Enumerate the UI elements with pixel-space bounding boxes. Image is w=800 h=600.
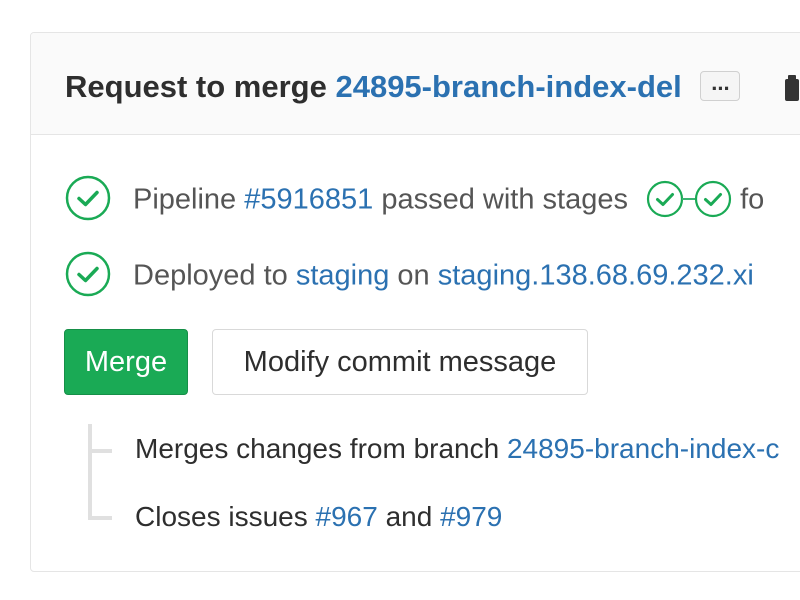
clipboard-icon[interactable] — [783, 75, 799, 101]
target-branch-link[interactable]: 24895-branch-index-c — [507, 433, 779, 464]
stage-check-icon[interactable] — [646, 180, 684, 218]
deploy-on: on — [397, 259, 430, 292]
closes-and: and — [385, 501, 433, 532]
merge-request-widget: Request to merge 24895-branch-index-del … — [30, 32, 800, 572]
pipeline-link[interactable]: #5916851 — [244, 184, 373, 216]
title-prefix: Request to merge — [65, 69, 327, 104]
modify-commit-message-button[interactable]: Modify commit message — [212, 329, 588, 395]
merge-button[interactable]: Merge — [64, 329, 188, 395]
pipeline-status: Pipeline #5916851 passed with stages fo — [65, 175, 765, 221]
closes-info: Closes issues #967 and #979 — [135, 499, 502, 535]
check-circle-icon[interactable] — [65, 175, 111, 221]
pipeline-prefix: Pipeline — [133, 183, 237, 216]
tree-connector — [88, 516, 112, 520]
environment-url-link[interactable]: staging.138.68.69.232.xi — [438, 260, 754, 292]
tree-connector — [88, 424, 92, 518]
issue-link[interactable]: #967 — [316, 501, 378, 532]
pipeline-trailing-text: fo — [740, 183, 765, 216]
deployment-status: Deployed to staging on staging.138.68.69… — [65, 251, 754, 297]
environment-link[interactable]: staging — [296, 260, 390, 292]
pipeline-suffix: passed with stages — [381, 183, 628, 216]
deploy-prefix: Deployed to — [133, 259, 288, 292]
tree-connector — [88, 449, 112, 453]
closes-prefix: Closes issues — [135, 501, 308, 532]
check-circle-icon — [65, 251, 111, 297]
pipeline-stages — [646, 180, 732, 218]
expand-branch-button[interactable]: ... — [700, 70, 741, 101]
source-branch-link[interactable]: 24895-branch-index-del — [335, 69, 681, 104]
merge-request-title: Request to merge 24895-branch-index-del … — [65, 67, 741, 107]
merge-info: Merges changes from branch 24895-branch-… — [135, 431, 779, 467]
widget-header: Request to merge 24895-branch-index-del … — [31, 33, 800, 135]
issue-link[interactable]: #979 — [440, 501, 502, 532]
merges-prefix: Merges changes from branch — [135, 433, 500, 464]
stage-check-icon[interactable] — [694, 180, 732, 218]
